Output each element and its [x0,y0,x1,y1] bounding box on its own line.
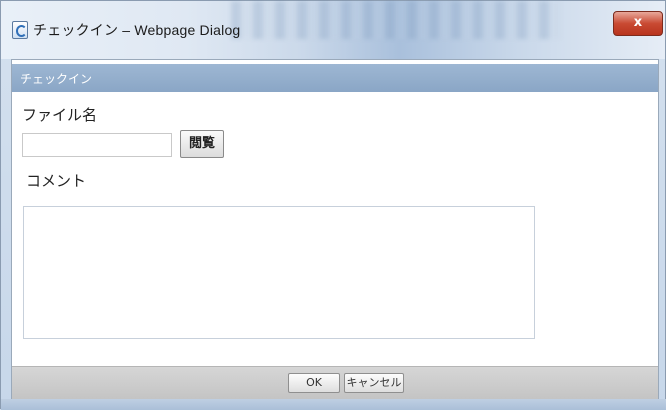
dialog-header: チェックイン [12,64,658,92]
comment-textarea[interactable] [23,206,535,339]
dialog-content: チェックイン ファイル名 閲覧 コメント OK キャンセル [11,59,659,399]
ok-button[interactable]: OK [288,373,340,393]
ie-page-icon [12,21,28,39]
window-bottom-edge [1,399,666,410]
window-titlebar[interactable]: チェックイン – Webpage Dialog x [1,1,665,59]
dialog-window: チェックイン – Webpage Dialog x チェックイン ファイル名 閲… [0,0,666,410]
dialog-header-title: チェックイン [20,72,93,86]
file-name-label: ファイル名 [22,106,98,124]
comment-label: コメント [26,172,87,190]
dialog-footer: OK キャンセル [12,366,658,399]
file-name-input[interactable] [22,133,172,157]
window-title: チェックイン – Webpage Dialog [33,22,241,38]
close-button[interactable]: x [613,11,663,36]
browse-button[interactable]: 閲覧 [180,130,224,158]
titlebar-background-blur [231,1,561,39]
cancel-button[interactable]: キャンセル [344,373,404,393]
